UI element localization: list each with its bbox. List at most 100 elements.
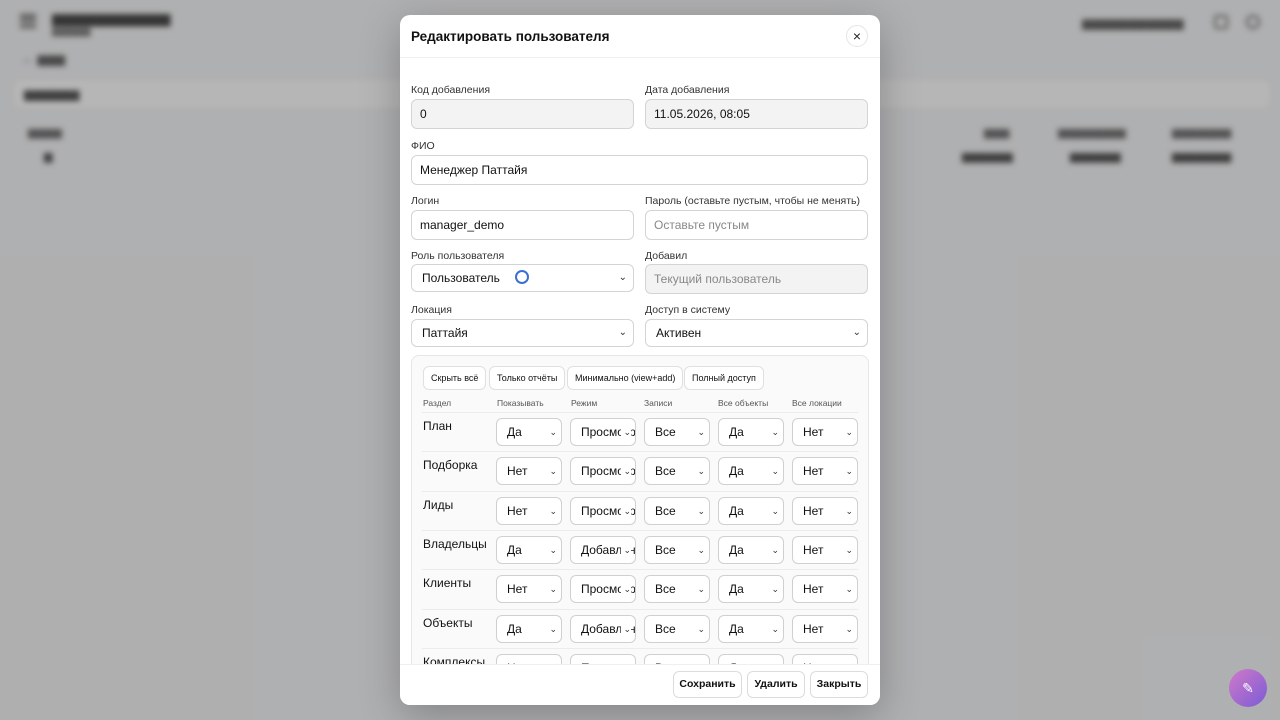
password-hint: (оставьте пустым, чтобы не менять) <box>684 195 860 207</box>
close-icon[interactable]: × <box>846 25 868 47</box>
password-label: Пароль (оставьте пустым, чтобы не менять… <box>645 195 860 207</box>
chat-icon: ✎ <box>1242 680 1254 696</box>
chevron-down-icon: ⌄ <box>618 272 627 283</box>
records-select[interactable]: Все⌄ <box>644 457 710 486</box>
fio-label: ФИО <box>411 140 435 152</box>
records-select[interactable]: Все⌄ <box>644 496 710 525</box>
perm-header-records: Записи <box>644 398 673 408</box>
delete-button[interactable]: Удалить <box>747 671 805 698</box>
chevron-down-icon: ⌄ <box>547 536 557 563</box>
preset-reports-only-button[interactable]: Только отчёты <box>489 366 566 390</box>
permissions-panel: Скрыть всё Только отчёты Минимально (vie… <box>411 355 869 664</box>
location-value: Паттайя <box>422 326 468 340</box>
records-select[interactable]: Все ⌄ <box>644 418 710 446</box>
chevron-down-icon: ⌄ <box>695 419 705 445</box>
chevron-down-icon: ⌄ <box>547 615 557 642</box>
all-objects-select[interactable]: Да⌄ <box>718 535 784 564</box>
show-select[interactable]: Нет⌄ <box>496 457 562 486</box>
all-locations-select[interactable]: Нет⌄ <box>792 496 858 525</box>
code-field[interactable]: 0 <box>411 99 634 129</box>
show-select-value: Нет <box>507 582 528 597</box>
chevron-down-icon: ⌄ <box>852 327 861 338</box>
all-locations-select[interactable]: Нет⌄ <box>792 653 858 664</box>
login-field[interactable]: manager_demo <box>411 210 634 240</box>
mode-select[interactable]: Просмотр⌄ <box>570 457 636 486</box>
all-objects-select[interactable]: Да⌄ <box>718 653 784 664</box>
chevron-down-icon: ⌄ <box>695 576 705 603</box>
records-select[interactable]: Все⌄ <box>644 535 710 564</box>
perm-header-show: Показывать <box>497 398 544 408</box>
chevron-down-icon: ⌄ <box>769 458 779 485</box>
added-by-field[interactable]: Текущий пользователь <box>645 264 868 294</box>
chevron-down-icon: ⌄ <box>843 654 853 664</box>
preset-full-access-button[interactable]: Полный доступ <box>684 366 764 390</box>
preset-hide-all-button[interactable]: Скрыть всё <box>423 366 487 390</box>
location-select[interactable]: Паттайя ⌄ <box>411 319 634 347</box>
chevron-down-icon: ⌄ <box>695 458 705 485</box>
location-label: Локация <box>411 304 452 316</box>
records-select[interactable]: Все ⌄ <box>644 575 710 604</box>
chevron-down-icon: ⌄ <box>547 576 557 603</box>
preset-minimal-button[interactable]: Минимально (view+add) <box>567 366 684 390</box>
all-objects-select[interactable]: Да⌄ <box>718 575 784 604</box>
all-objects-select[interactable]: Да⌄ <box>718 496 784 525</box>
records-select-value: Все <box>655 425 676 439</box>
mode-select[interactable]: Просмотр⌄ <box>570 575 636 604</box>
mode-select[interactable]: Просмотр⌄ <box>570 418 636 446</box>
password-field[interactable]: Оставьте пустым <box>645 210 868 240</box>
close-button[interactable]: Закрыть <box>810 671 868 698</box>
permission-section-name: Объекты <box>423 615 473 630</box>
mode-select[interactable]: Просмотр⌄ <box>570 496 636 525</box>
fio-field[interactable]: Менеджер Паттайя <box>411 155 868 185</box>
all-locations-select[interactable]: Нет⌄ <box>792 575 858 604</box>
show-select[interactable]: Нет ⌄ <box>496 575 562 604</box>
all-locations-select[interactable]: Нет⌄ <box>792 457 858 486</box>
role-value: Пользователь <box>422 271 500 285</box>
show-select[interactable]: Да ⌄ <box>496 535 562 564</box>
chevron-down-icon: ⌄ <box>547 419 557 445</box>
permission-row: План Да ⌄ Просмотр ⌄ Все ⌄ Да ⌄ Нет ⌄ <box>422 412 858 451</box>
chevron-down-icon: ⌄ <box>621 419 631 445</box>
records-select-value: Все <box>655 582 676 597</box>
date-field[interactable]: 11.05.2026, 08:05 <box>645 99 868 129</box>
records-select[interactable]: Все⌄ <box>644 614 710 643</box>
access-select[interactable]: Активен ⌄ <box>645 319 868 347</box>
show-select[interactable]: Нет⌄ <box>496 653 562 664</box>
all-locations-select[interactable]: Нет⌄ <box>792 614 858 643</box>
added-by-label: Добавил <box>645 250 688 262</box>
permission-section-name: Клиенты <box>423 576 472 591</box>
all-objects-select[interactable]: Да⌄ <box>718 418 784 446</box>
all-locations-select-value: Нет <box>803 542 824 557</box>
permission-row: Комплексы Нет⌄ Просмотр⌄ Все⌄ Да⌄ Нет⌄ <box>422 647 858 664</box>
modal-body: Код добавления 0 Дата добавления 11.05.2… <box>400 58 880 664</box>
all-objects-select[interactable]: Да⌄ <box>718 614 784 643</box>
save-button[interactable]: Сохранить <box>673 671 742 698</box>
chat-button[interactable]: ✎ <box>1229 669 1267 707</box>
all-locations-select-value: Нет <box>803 582 824 597</box>
chevron-down-icon: ⌄ <box>769 654 779 664</box>
mode-select[interactable]: Просмотр⌄ <box>570 653 636 664</box>
permission-row: ВладельцыДа⌄Добавление⌄Все⌄Да⌄Нет⌄ <box>422 529 858 569</box>
chevron-down-icon: ⌄ <box>547 654 557 664</box>
all-objects-select-value: Да <box>729 503 744 518</box>
date-label: Дата добавления <box>645 84 730 96</box>
show-select[interactable]: Нет⌄ <box>496 496 562 525</box>
mode-select[interactable]: Добавление⌄ <box>570 535 636 564</box>
perm-header-all-objects: Все объекты <box>718 398 769 408</box>
all-objects-select-value: Да <box>729 621 744 636</box>
modal-footer: Сохранить Удалить Закрыть <box>400 664 880 705</box>
all-objects-select-value: Да <box>729 542 744 557</box>
all-locations-select[interactable]: Нет⌄ <box>792 535 858 564</box>
chevron-down-icon: ⌄ <box>843 458 853 485</box>
records-select[interactable]: Все⌄ <box>644 653 710 664</box>
mode-select[interactable]: Добавление⌄ <box>570 614 636 643</box>
perm-header-all-locations: Все локации <box>792 398 842 408</box>
all-locations-select[interactable]: Нет⌄ <box>792 418 858 446</box>
show-select[interactable]: Да ⌄ <box>496 418 562 446</box>
show-select-value: Нет <box>507 503 528 518</box>
modal-header: Редактировать пользователя × <box>400 15 880 58</box>
chevron-down-icon: ⌄ <box>621 458 631 485</box>
all-objects-select[interactable]: Да⌄ <box>718 457 784 486</box>
chevron-down-icon: ⌄ <box>843 419 853 445</box>
show-select[interactable]: Да ⌄ <box>496 614 562 643</box>
